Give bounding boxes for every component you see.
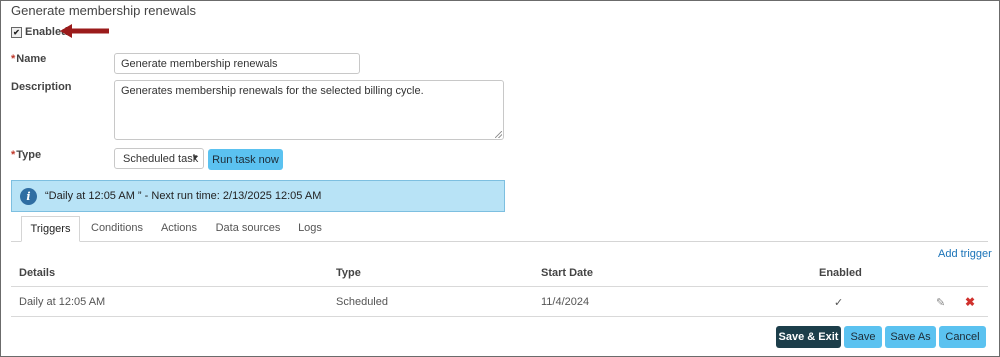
required-marker: * xyxy=(11,53,16,65)
tab-bar: Triggers Conditions Actions Data sources… xyxy=(11,216,988,242)
row-details: Daily at 12:05 AM xyxy=(19,296,106,308)
enabled-checkbox[interactable]: ✔ xyxy=(11,26,22,38)
row-start-date: 11/4/2024 xyxy=(541,296,590,308)
table-bottom-divider xyxy=(11,316,988,317)
next-run-info-text: “Daily at 12:05 AM ” - Next run time: 2/… xyxy=(45,190,322,202)
description-field[interactable]: Generates membership renewals for the se… xyxy=(114,80,504,140)
resize-handle-icon[interactable] xyxy=(495,131,502,138)
type-label-text: Type xyxy=(16,149,42,161)
info-icon: i xyxy=(20,187,37,205)
type-label: *Type xyxy=(11,149,41,161)
tab-conditions[interactable]: Conditions xyxy=(83,216,151,240)
task-editor: Generate membership renewals ✔ Enabled *… xyxy=(0,0,1000,357)
delete-icon[interactable]: ✖ xyxy=(965,295,975,309)
tab-logs[interactable]: Logs xyxy=(292,216,328,240)
chevron-down-icon: ▼ xyxy=(191,153,199,162)
tab-data-sources[interactable]: Data sources xyxy=(211,216,285,240)
next-run-info-banner: i “Daily at 12:05 AM ” - Next run time: … xyxy=(11,180,505,212)
add-trigger-link[interactable]: Add trigger xyxy=(938,248,992,260)
row-type: Scheduled xyxy=(336,296,388,308)
row-enabled-check-icon: ✓ xyxy=(834,297,844,309)
column-header-start-date: Start Date xyxy=(541,267,593,279)
page-title: Generate membership renewals xyxy=(11,3,196,18)
table-header-divider xyxy=(11,286,988,287)
type-select[interactable]: Scheduled task ▼ xyxy=(114,148,204,169)
name-label: *Name xyxy=(11,53,46,65)
save-button[interactable]: Save xyxy=(844,326,882,348)
required-marker: * xyxy=(11,149,16,161)
column-header-enabled: Enabled xyxy=(819,267,862,279)
edit-pencil-icon[interactable]: ✎ xyxy=(936,296,945,309)
save-and-exit-button[interactable]: Save & Exit xyxy=(776,326,841,348)
name-field[interactable]: Generate membership renewals xyxy=(114,53,360,74)
name-label-text: Name xyxy=(16,53,47,65)
type-select-value: Scheduled task xyxy=(123,152,199,165)
cancel-button[interactable]: Cancel xyxy=(939,326,986,348)
column-header-details: Details xyxy=(19,267,56,279)
description-text: Generates membership renewals for the se… xyxy=(121,85,424,97)
tab-triggers[interactable]: Triggers xyxy=(21,216,80,242)
run-task-now-button[interactable]: Run task now xyxy=(208,149,283,170)
description-label: Description xyxy=(11,81,72,93)
save-as-button[interactable]: Save As xyxy=(885,326,936,348)
callout-arrow-icon xyxy=(60,24,109,38)
column-header-type: Type xyxy=(336,267,361,279)
tab-actions[interactable]: Actions xyxy=(154,216,204,240)
